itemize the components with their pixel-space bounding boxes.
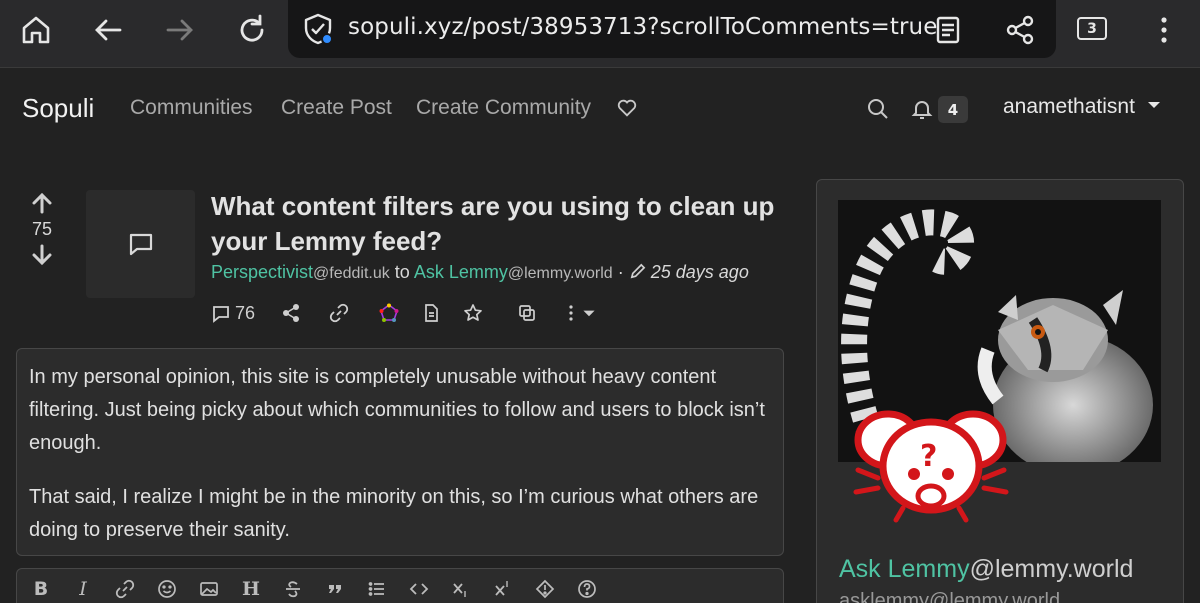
crosspost-button[interactable] xyxy=(517,300,537,326)
dot-separator: · xyxy=(617,262,624,282)
more-button[interactable] xyxy=(561,300,597,326)
author-link[interactable]: Perspectivist xyxy=(211,262,313,282)
svg-text:?: ? xyxy=(920,439,937,474)
emoji-icon[interactable] xyxy=(155,577,179,601)
more-icon xyxy=(569,305,573,321)
save-button[interactable] xyxy=(463,300,483,326)
community-instance[interactable]: @lemmy.world xyxy=(508,265,613,282)
view-source-button[interactable] xyxy=(421,300,441,326)
spoiler-icon[interactable] xyxy=(533,577,557,601)
author-instance[interactable]: @feddit.uk xyxy=(313,265,390,282)
menu-icon[interactable] xyxy=(1138,8,1190,52)
bold-button[interactable]: B xyxy=(29,577,53,601)
back-icon[interactable] xyxy=(82,8,134,52)
community-handle: asklemmy@lemmy.world xyxy=(839,590,1061,603)
nav-communities[interactable]: Communities xyxy=(130,96,253,120)
list-icon[interactable] xyxy=(365,577,389,601)
shield-icon[interactable] xyxy=(302,12,334,46)
post-body: In my personal opinion, this site is com… xyxy=(16,348,784,556)
notification-count[interactable]: 4 xyxy=(938,96,968,123)
reload-icon[interactable] xyxy=(226,8,278,52)
comment-count: 76 xyxy=(235,302,256,323)
community-icon[interactable]: ? xyxy=(848,408,1018,523)
share-icon[interactable] xyxy=(994,8,1046,52)
help-icon[interactable] xyxy=(575,577,599,601)
community-name[interactable]: Ask Lemmy xyxy=(839,555,970,583)
body-paragraph-2: That said, I realize I might be in the m… xyxy=(29,486,759,541)
bell-icon[interactable] xyxy=(910,97,934,121)
copy-icon xyxy=(519,305,535,321)
user-menu[interactable]: anamethatisnt xyxy=(1003,95,1135,119)
post-meta: Perspectivist@feddit.uk to Ask Lemmy@lem… xyxy=(211,262,749,283)
community-instance[interactable]: @lemmy.world xyxy=(970,555,1134,583)
post-score: 75 xyxy=(31,219,53,239)
to-label: to xyxy=(394,262,410,282)
fediverse-button[interactable] xyxy=(379,300,399,326)
fediverse-icon xyxy=(379,303,399,322)
star-icon xyxy=(464,304,482,321)
upvote-icon[interactable] xyxy=(30,192,54,214)
code-icon[interactable] xyxy=(407,577,431,601)
chevron-down-icon[interactable] xyxy=(1148,102,1160,108)
comment-icon xyxy=(129,233,152,256)
nav-create-community[interactable]: Create Community xyxy=(416,96,591,120)
browser-toolbar: sopuli.xyz/post/38953713?scrollToComment… xyxy=(0,0,1200,68)
caret-down-icon xyxy=(583,310,595,317)
search-icon[interactable] xyxy=(866,97,890,121)
comment-icon xyxy=(213,306,229,323)
pencil-icon xyxy=(630,263,646,279)
nav-create-post[interactable]: Create Post xyxy=(281,96,392,120)
share-button[interactable] xyxy=(281,300,301,326)
subscript-icon[interactable] xyxy=(449,577,473,601)
heart-icon[interactable] xyxy=(616,97,638,119)
superscript-icon[interactable] xyxy=(491,577,515,601)
body-paragraph-1: In my personal opinion, this site is com… xyxy=(29,366,765,454)
community-link[interactable]: Ask Lemmy xyxy=(414,262,508,282)
comments-button[interactable]: 76 xyxy=(211,300,255,326)
header-button[interactable]: H xyxy=(239,577,263,601)
post-time: 25 days ago xyxy=(650,262,749,282)
reader-icon[interactable] xyxy=(922,8,974,52)
downvote-icon[interactable] xyxy=(30,244,54,266)
post-title[interactable]: What content filters are you using to cl… xyxy=(211,189,791,259)
post-thumbnail[interactable] xyxy=(86,190,195,298)
image-icon[interactable] xyxy=(197,577,221,601)
quote-icon[interactable] xyxy=(323,577,347,601)
link-icon xyxy=(329,303,349,323)
file-icon xyxy=(425,304,438,322)
link-button[interactable] xyxy=(329,300,349,326)
italic-button[interactable]: I xyxy=(71,577,95,601)
share-icon xyxy=(283,304,299,322)
community-title[interactable]: Ask Lemmy@lemmy.world xyxy=(839,555,1133,584)
forward-icon[interactable] xyxy=(154,8,206,52)
url-text[interactable]: sopuli.xyz/post/38953713?scrollToComment… xyxy=(348,14,937,40)
site-brand[interactable]: Sopuli xyxy=(22,93,94,124)
comment-editor-toolbar: B I H xyxy=(16,568,784,603)
tabs-icon[interactable]: 3 xyxy=(1077,17,1107,40)
strikethrough-icon[interactable] xyxy=(281,577,305,601)
link-icon[interactable] xyxy=(113,577,137,601)
home-icon[interactable] xyxy=(10,8,62,52)
